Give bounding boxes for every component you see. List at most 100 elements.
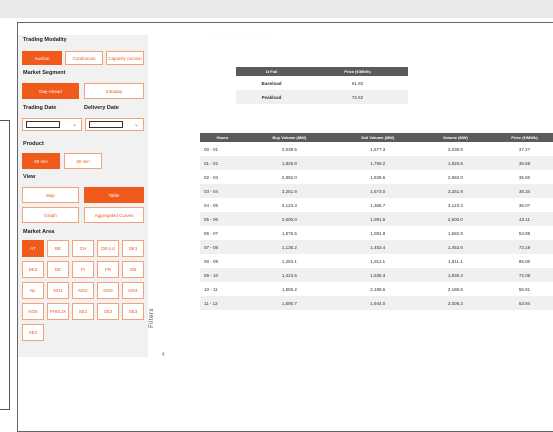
market-area-button[interactable]: SE3 xyxy=(122,303,144,320)
table-cell: 1,826.8 xyxy=(244,156,334,170)
table-cell: 3,123.3 xyxy=(244,198,334,212)
market-area-button[interactable]: DK1 xyxy=(122,240,144,257)
filters-toggle[interactable]: Filters ‹ xyxy=(149,281,174,361)
table-cell: 35.60 xyxy=(489,170,553,184)
view-map-button[interactable]: Map xyxy=(22,187,79,203)
delivery-date-input[interactable] xyxy=(89,121,123,128)
table-cell: 2,600.0 xyxy=(421,212,490,226)
trading-date-label: Trading Date xyxy=(23,105,57,111)
market-area-button[interactable]: NO4 xyxy=(122,282,144,299)
product-label: Product xyxy=(23,141,44,147)
table-cell: 1,938.3 xyxy=(333,268,422,282)
main-frame: · · · · · · · · · Trading Modality Aucti… xyxy=(17,22,553,432)
faint-heading: · · · · · · · · · xyxy=(210,36,271,42)
column-header: Volume (MW) xyxy=(421,133,490,142)
market-area-button[interactable]: AT xyxy=(22,240,44,257)
table-cell: 1,136.2 xyxy=(244,240,334,254)
table-cell: 43.11 xyxy=(489,212,553,226)
market-area-button[interactable]: NO2 xyxy=(72,282,94,299)
table-cell: 1,677.3 xyxy=(333,142,422,156)
table-cell: 1,839.6 xyxy=(333,170,422,184)
table-cell: 61.92 xyxy=(307,76,408,90)
table-cell: 3,251.9 xyxy=(421,184,490,198)
market-area-button[interactable]: DE-LU xyxy=(97,240,119,257)
table-cell: 05 - 06 xyxy=(200,212,245,226)
auction-button[interactable]: Auction xyxy=(22,51,62,65)
table-cell: 36.07 xyxy=(489,198,553,212)
table-cell: 1,453.4 xyxy=(333,240,422,254)
table-cell: 2,882.0 xyxy=(421,170,490,184)
market-area-button[interactable]: SE1 xyxy=(72,303,94,320)
market-area-button[interactable]: GB xyxy=(122,261,144,278)
hourly-table: Hours Buy Volume (MW) Sell Volume (MW) Volu… xyxy=(200,133,553,310)
market-area-label: Market Area xyxy=(23,229,55,235)
table-cell: 85.00 xyxy=(489,254,553,268)
column-header: Buy Volume (MW) xyxy=(244,133,334,142)
market-segment-label: Market Segment xyxy=(23,70,66,76)
view-table-button[interactable]: Table xyxy=(84,187,144,203)
table-cell: 2,038.5 xyxy=(244,142,334,156)
market-area-button[interactable]: PHELIX xyxy=(47,303,69,320)
table-cell: 55.91 xyxy=(489,282,553,296)
market-area-button[interactable]: SE4 xyxy=(22,324,44,341)
market-area-button[interactable]: FR xyxy=(97,261,119,278)
chevron-down-icon: ⌄ xyxy=(133,122,139,128)
delivery-date-dropdown[interactable]: ⌄ xyxy=(85,118,144,131)
delivery-date-label: Delivery Date xyxy=(84,105,119,111)
table-cell: 2,600.0 xyxy=(244,212,334,226)
market-area-button[interactable]: SE2 xyxy=(97,303,119,320)
summary-table: 1t Full Price (€/MWh) Baseload 61.92 Peakl… xyxy=(236,67,408,104)
product-30-min-button[interactable]: 30 min xyxy=(64,153,102,169)
market-area-button[interactable]: NO1 xyxy=(47,282,69,299)
product-60-min-button[interactable]: 60 min xyxy=(22,153,60,169)
table-cell: 3,123.3 xyxy=(421,198,490,212)
table-row: 09 - 10 1,423.6 1,938.3 1,938.3 72.09 xyxy=(200,268,553,282)
view-aggregated-curves-button[interactable]: Aggregated Curves xyxy=(84,207,144,223)
summary-header: Price (€/MWh) xyxy=(307,67,408,76)
table-cell: 03 - 04 xyxy=(200,184,245,198)
table-row: 00 - 01 2,038.5 1,677.3 2,038.5 37.27 xyxy=(200,142,553,156)
chevron-down-icon: ⌄ xyxy=(71,122,77,128)
table-cell: 1,590.7 xyxy=(244,296,334,310)
table-cell: 1,826.8 xyxy=(421,156,490,170)
table-cell: 04 - 05 xyxy=(200,198,245,212)
continuous-button[interactable]: Continuous xyxy=(65,51,103,65)
table-row: 10 - 11 1,556.2 2,189.6 2,189.6 55.91 xyxy=(200,282,553,296)
market-area-button[interactable]: CH xyxy=(72,240,94,257)
trading-date-input[interactable] xyxy=(26,121,60,128)
table-cell: 2,038.5 xyxy=(421,142,490,156)
table-cell: 1,575.5 xyxy=(244,226,334,240)
intraday-button[interactable]: Intraday xyxy=(84,83,144,99)
table-cell: 1,759.2 xyxy=(333,156,422,170)
market-area-button[interactable]: BE xyxy=(47,240,69,257)
table-row: 11 - 12 1,590.7 1,944.0 2,009.3 53.94 xyxy=(200,296,553,310)
table-cell: 35.69 xyxy=(489,156,553,170)
table-cell: 09 - 10 xyxy=(200,268,245,282)
market-area-button[interactable]: FI xyxy=(72,261,94,278)
table-cell: 10 - 11 xyxy=(200,282,245,296)
market-area-button[interactable]: EE xyxy=(47,261,69,278)
table-cell: 2,189.6 xyxy=(421,282,490,296)
chevron-left-icon: ‹ xyxy=(162,349,165,358)
table-cell: 37.27 xyxy=(489,142,553,156)
table-cell: 1,911.1 xyxy=(421,254,490,268)
table-cell: 1,911.1 xyxy=(333,254,422,268)
market-area-button[interactable]: NL xyxy=(22,282,44,299)
column-header: Price (€/MWh) xyxy=(489,133,553,142)
trading-date-dropdown[interactable]: ⌄ xyxy=(22,118,82,131)
day-ahead-button[interactable]: Day-Ahead xyxy=(22,83,79,99)
table-row: 08 - 09 1,283.1 1,911.1 1,911.1 85.00 xyxy=(200,254,553,268)
table-cell: 1,453.6 xyxy=(421,240,490,254)
table-cell: 35.34 xyxy=(489,184,553,198)
market-area-button[interactable]: DK2 xyxy=(22,261,44,278)
table-cell: 72.09 xyxy=(489,268,553,282)
view-graph-button[interactable]: Graph xyxy=(22,207,79,223)
market-area-button[interactable]: NO3 xyxy=(97,282,119,299)
market-area-button[interactable]: NO5 xyxy=(22,303,44,320)
summary-header: 1t Full xyxy=(236,67,308,76)
column-header: Sell Volume (MW) xyxy=(333,133,422,142)
table-cell: 1,283.1 xyxy=(244,254,334,268)
table-row: Peakload 72.62 xyxy=(236,90,408,104)
capacity-auction-button[interactable]: Capacity Auction xyxy=(106,51,144,65)
table-cell: 53.98 xyxy=(489,226,553,240)
